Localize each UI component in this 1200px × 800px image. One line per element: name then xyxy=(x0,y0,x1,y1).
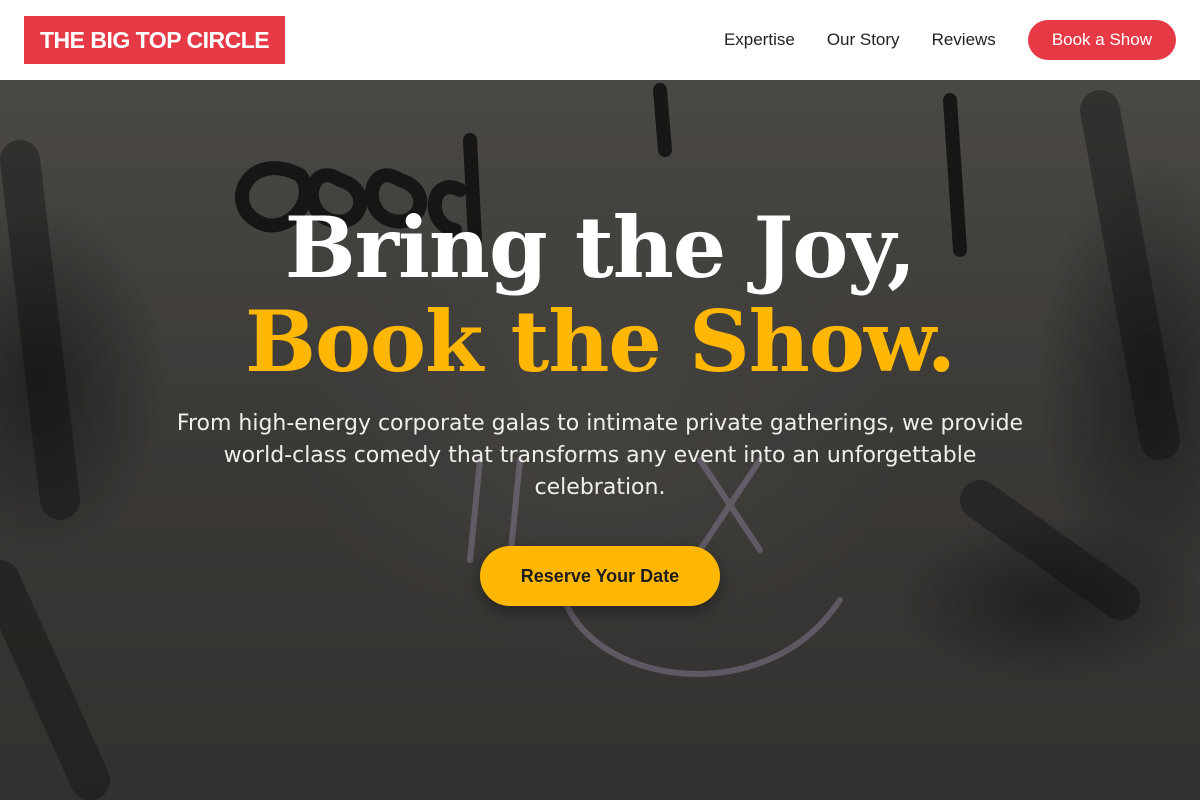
book-a-show-button[interactable]: Book a Show xyxy=(1027,20,1176,60)
hero-subtext: From high-energy corporate galas to inti… xyxy=(176,411,1024,500)
nav-link-expertise[interactable]: Expertise xyxy=(724,30,795,50)
reserve-your-date-button[interactable]: Reserve Your Date xyxy=(480,546,720,606)
hero-headline-line-2: Book the Show. xyxy=(245,292,956,391)
nav-link-reviews[interactable]: Reviews xyxy=(932,30,996,50)
nav-link-our-story[interactable]: Our Story xyxy=(827,30,900,50)
site-header: THE BIG TOP CIRCLE Expertise Our Story R… xyxy=(0,0,1200,80)
hero-content: Bring the Joy, Book the Show. From high-… xyxy=(0,80,1200,800)
main-nav: Expertise Our Story Reviews Book a Show xyxy=(724,20,1176,60)
hero-headline-line-1: Bring the Joy, xyxy=(284,198,917,297)
logo[interactable]: THE BIG TOP CIRCLE xyxy=(24,16,286,64)
hero-section: Bring the Joy, Book the Show. From high-… xyxy=(0,80,1200,800)
